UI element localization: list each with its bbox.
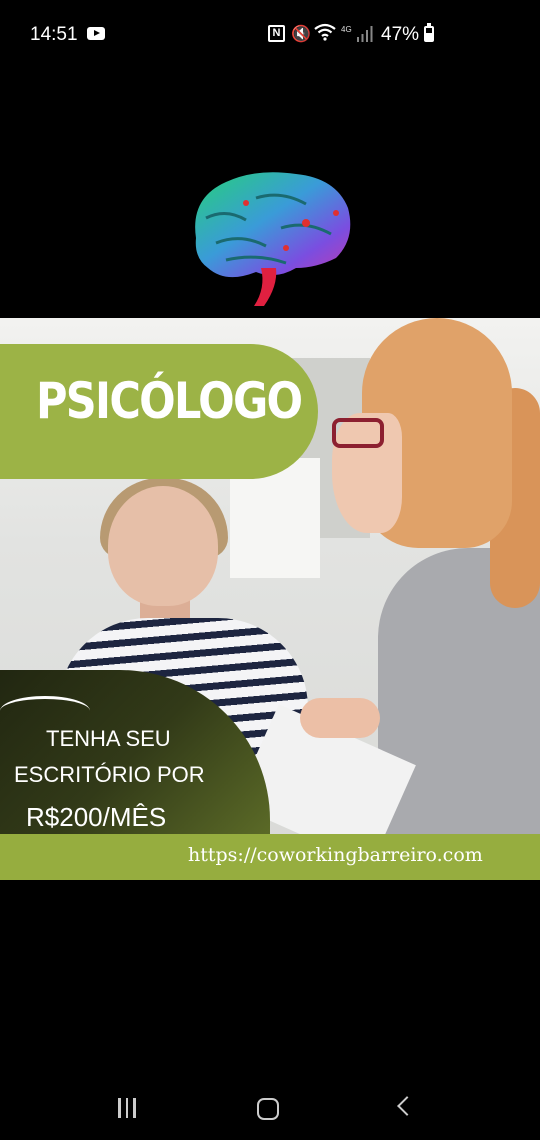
network-type: 4G	[341, 25, 352, 34]
glasses	[332, 418, 384, 448]
woman-left-face	[108, 486, 218, 606]
battery-icon	[424, 23, 434, 42]
recent-apps-icon[interactable]	[117, 1098, 137, 1118]
mute-icon: 🔇	[291, 26, 311, 43]
youtube-icon	[87, 27, 105, 40]
ad-image[interactable]: PSICÓLOGO TENHA SEU ESCRITÓRIO POR R$200…	[0, 318, 540, 880]
home-icon[interactable]	[257, 1098, 279, 1120]
offer-line-1: TENHA SEU	[46, 726, 171, 751]
offer-price: R$200/MÊS	[26, 802, 167, 832]
hand	[300, 698, 380, 738]
wifi-icon	[314, 23, 336, 41]
decorative-swoosh	[0, 696, 90, 726]
status-time: 14:51	[30, 24, 78, 45]
nfc-icon: N	[268, 25, 285, 42]
offer-line-2: ESCRITÓRIO POR	[14, 762, 205, 787]
ad-title: PSICÓLOGO	[36, 372, 303, 430]
signal-icon	[357, 26, 373, 42]
ad-url[interactable]: https://coworkingbarreiro.com	[188, 844, 483, 866]
status-bar: 14:51 N 🔇 4G 47%	[0, 0, 540, 68]
battery-percentage: 47%	[381, 24, 420, 45]
brain-image	[195, 172, 351, 306]
